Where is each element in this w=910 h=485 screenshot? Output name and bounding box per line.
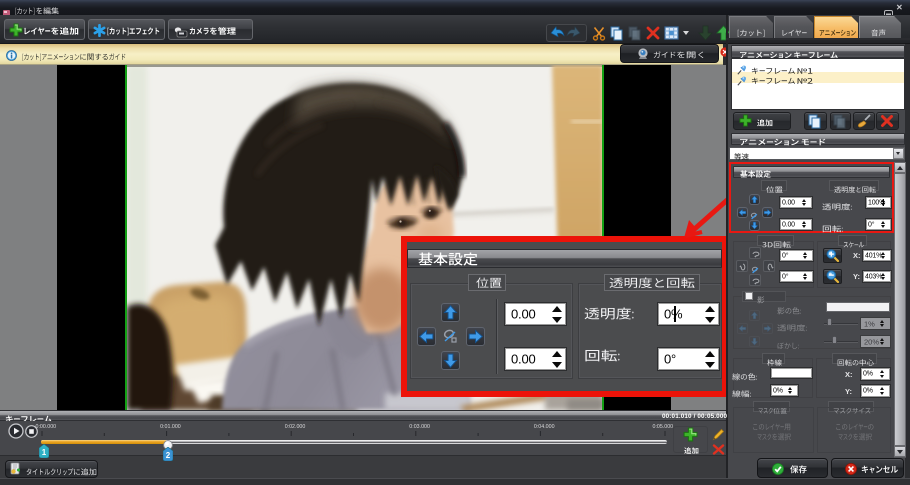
svg-text:2: 2 <box>166 451 171 460</box>
svg-text:1: 1 <box>41 448 46 457</box>
